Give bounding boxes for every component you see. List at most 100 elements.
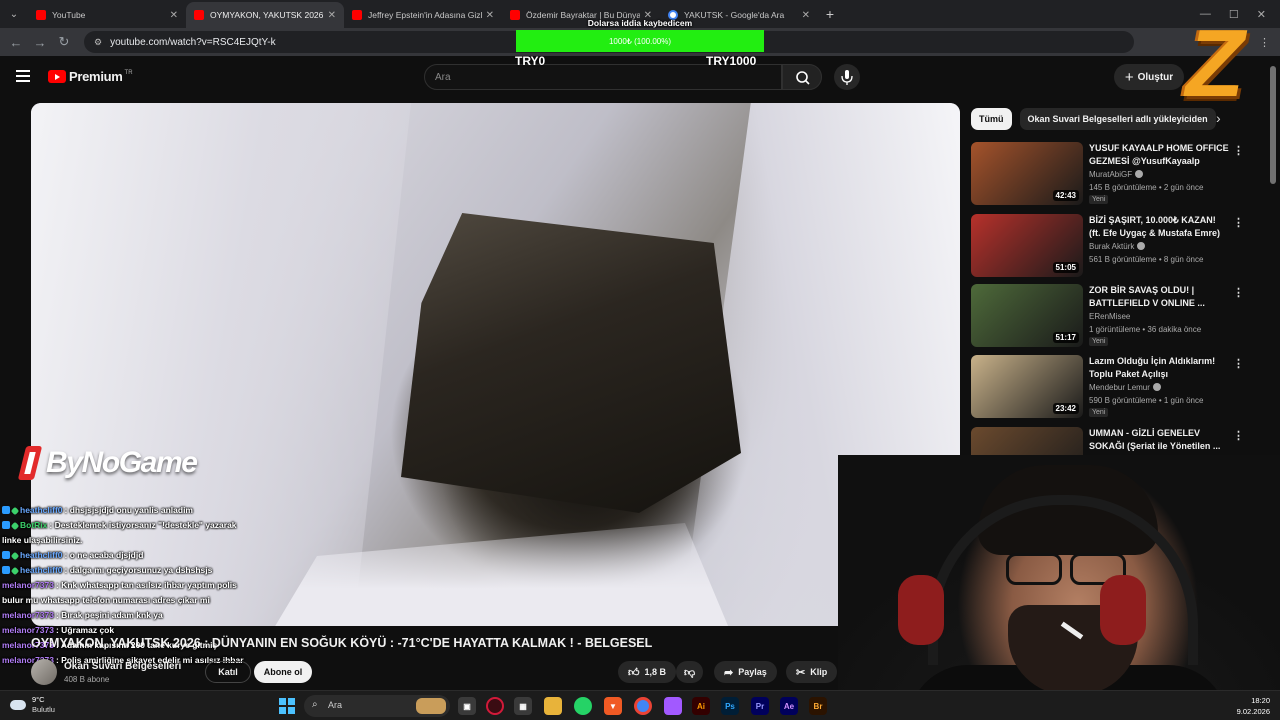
browser-tab[interactable]: YouTube ✕ [28, 2, 186, 28]
recommended-video[interactable]: 51:17 ZOR BİR SAVAŞ OLDU! | BATTLEFIELD V… [971, 284, 1251, 350]
reload-icon[interactable]: ↻ [52, 34, 76, 50]
recommended-video-title[interactable]: BİZİ ŞAŞIRT, 10.000₺ KAZAN! (ft. Efe Uyg… [1089, 214, 1229, 239]
recommended-video-title[interactable]: ZOR BİR SAVAŞ OLDU! | BATTLEFIELD V ONLI… [1089, 284, 1229, 309]
search-button[interactable] [782, 64, 822, 90]
chat-text: : Bırak peşini adam knk ya [55, 610, 163, 620]
webcam-overlay [838, 455, 1280, 720]
recommended-video-channel[interactable]: MuratAbiGF [1089, 170, 1144, 179]
recommended-video-title[interactable]: UMMAN - GİZLİ GENELEV SOKAĞI (Şeriat ile… [1089, 427, 1229, 452]
video-thumbnail[interactable]: 23:42 [971, 355, 1083, 418]
hamburger-menu-icon[interactable] [16, 70, 30, 82]
join-button[interactable]: Katıl [205, 661, 251, 683]
more-options-icon[interactable]: ⋮ [1233, 429, 1244, 442]
like-button[interactable]: 👍︎ 1,8 B [618, 661, 677, 683]
new-tab-button[interactable]: + [818, 6, 842, 22]
chat-username[interactable]: melanor7373 [2, 625, 54, 635]
recommended-video[interactable]: 42:43 YUSUF KAYAALP HOME OFFICE GEZMESİ @… [971, 142, 1251, 208]
channel-avatar[interactable] [31, 659, 57, 685]
site-info-icon[interactable]: ⚙ [94, 37, 102, 48]
recommended-video-meta: 561 B görüntüleme • 8 gün önce [1089, 255, 1204, 264]
forward-icon[interactable]: → [28, 35, 52, 50]
new-badge: Yeni [1089, 337, 1109, 346]
video-thumbnail[interactable]: 51:05 [971, 214, 1083, 277]
video-thumbnail[interactable]: 51:17 [971, 284, 1083, 347]
close-icon[interactable]: ✕ [170, 10, 178, 21]
recommended-video-title[interactable]: YUSUF KAYAALP HOME OFFICE GEZMESİ @Yusuf… [1089, 142, 1229, 167]
chat-username[interactable]: melanor7373 [2, 610, 54, 620]
recommended-video-channel[interactable]: ERenMisee [1089, 312, 1130, 321]
verified-check-icon [1135, 170, 1144, 178]
menu-icon[interactable]: ⋮ [1259, 36, 1270, 49]
bridge-icon[interactable]: Br [809, 697, 827, 715]
taskbar-search[interactable]: ⌕ Ara [304, 695, 450, 717]
donation-goal-min: TRY0 [515, 54, 546, 68]
clock-time: 18:20 [1251, 696, 1270, 705]
share-button[interactable]: ➦ Paylaş [714, 661, 777, 683]
recommended-video-channel[interactable]: Burak Aktürk [1089, 242, 1146, 251]
weather-widget[interactable]: 9°C Bulutlu [10, 695, 55, 715]
chat-username[interactable]: heathcliff0 [20, 565, 63, 575]
figma-icon[interactable] [664, 697, 682, 715]
channel-name[interactable]: Okan Suvari Belgeselleri [64, 661, 181, 672]
voice-search-button[interactable] [834, 64, 860, 90]
youtube-play-icon [48, 70, 66, 83]
opera-icon[interactable] [486, 697, 504, 715]
recommended-video[interactable]: 51:05 BİZİ ŞAŞIRT, 10.000₺ KAZAN! (ft. Ef… [971, 214, 1251, 280]
youtube-logo[interactable]: Premium TR [48, 69, 133, 84]
more-options-icon[interactable]: ⋮ [1233, 357, 1244, 370]
browser-tab-active[interactable]: OYMYAKON, YAKUTSK 2026 : D ✕ [186, 2, 344, 28]
back-icon[interactable]: ← [4, 35, 28, 50]
screen: ⌄ YouTube ✕ OYMYAKON, YAKUTSK 2026 : D ✕ J… [0, 0, 1280, 720]
close-window-icon[interactable]: ✕ [1257, 8, 1266, 21]
premiere-icon[interactable]: Pr [751, 697, 769, 715]
taskbar-search-placeholder: Ara [328, 700, 343, 710]
clip-button[interactable]: ✂ Klip [786, 661, 838, 683]
recommended-video[interactable]: 23:42 Lazım Olduğu İçin Aldıklarım! Toplu… [971, 355, 1251, 421]
channel-name-text: MuratAbiGF [1089, 170, 1133, 179]
recommended-video-channel[interactable]: Mendebur Lemur [1089, 383, 1161, 392]
bynogame-logo-icon [16, 442, 46, 484]
subscriber-count: 408 B abone [64, 675, 110, 684]
subscribe-button[interactable]: Abone ol [254, 661, 312, 683]
brave-icon[interactable]: ▼ [604, 697, 622, 715]
chat-username[interactable]: melanor7373 [2, 580, 54, 590]
chat-text: : dhsjsjsjdjd onu yanlis anladim [64, 505, 193, 515]
clip-label: Klip [810, 667, 828, 677]
tab-search-icon[interactable]: ⌄ [0, 0, 28, 28]
more-options-icon[interactable]: ⋮ [1233, 144, 1244, 157]
browser-tab[interactable]: Jeffrey Epstein'in Adasına Gizlic ✕ [344, 2, 502, 28]
channel-name-text: Mendebur Lemur [1089, 383, 1150, 392]
system-clock[interactable]: 18:20 9.02.2026 [1237, 695, 1270, 717]
windows-start-icon[interactable] [279, 698, 295, 714]
close-icon[interactable]: ✕ [802, 10, 810, 21]
video-thumbnail[interactable]: 42:43 [971, 142, 1083, 205]
close-icon[interactable]: ✕ [328, 10, 336, 21]
chat-username[interactable]: BotRix [20, 520, 47, 530]
video-frame-cellar-hole [401, 213, 741, 513]
more-options-icon[interactable]: ⋮ [1233, 216, 1244, 229]
after-effects-icon[interactable]: Ae [780, 697, 798, 715]
illustrator-icon[interactable]: Ai [692, 697, 710, 715]
close-icon[interactable]: ✕ [486, 10, 494, 21]
dislike-button[interactable]: 👎︎ [676, 661, 704, 683]
recommended-video-title[interactable]: Lazım Olduğu İçin Aldıklarım! Toplu Pake… [1089, 355, 1229, 380]
verified-badge-icon [10, 506, 20, 516]
share-label: Paylaş [738, 667, 767, 677]
chat-text: : o ne acaba djsjdjd [64, 550, 144, 560]
photoshop-icon[interactable]: Ps [721, 697, 739, 715]
chat-username[interactable]: heathcliff0 [20, 550, 63, 560]
chat-message: heathcliff0: dalga mı geçiyorsunuz ya ds… [2, 563, 252, 578]
task-view-icon[interactable]: ▣ [458, 697, 476, 715]
page-scrollbar[interactable] [1270, 66, 1276, 184]
microsoft-store-icon[interactable]: ▦ [514, 697, 532, 715]
chip-all[interactable]: Tümü [971, 108, 1012, 130]
chat-message: melanor7373: Bırak peşini adam knk ya [2, 608, 252, 623]
verified-check-icon [1137, 242, 1146, 250]
chat-text: : dalga mı geçiyorsunuz ya dshshsjs [64, 565, 213, 575]
chat-username[interactable]: heathcliff0 [20, 505, 63, 515]
video-duration: 42:43 [1052, 190, 1079, 201]
chrome-icon[interactable] [634, 697, 652, 715]
whatsapp-icon[interactable] [574, 697, 592, 715]
file-explorer-icon[interactable] [544, 697, 562, 715]
more-options-icon[interactable]: ⋮ [1233, 286, 1244, 299]
